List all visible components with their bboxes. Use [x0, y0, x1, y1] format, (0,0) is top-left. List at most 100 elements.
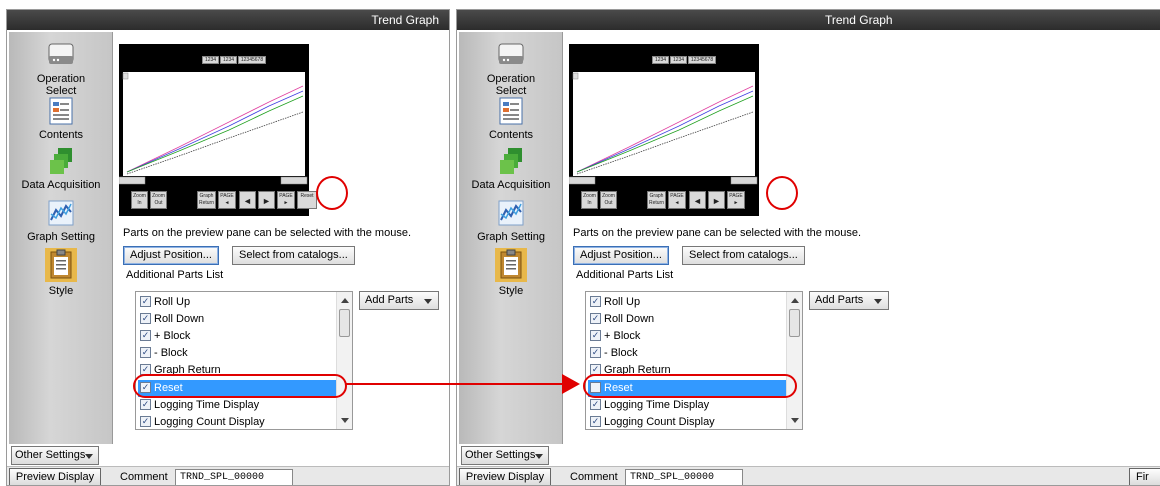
sidebar-item-label: Graph Setting [477, 231, 545, 243]
sidebar-item-label: Operation Select [36, 73, 86, 97]
graph-return-button[interactable]: Graph Return [647, 191, 666, 209]
line-graph-icon [48, 200, 74, 226]
zoom-in-button[interactable]: Zoom In [581, 191, 598, 209]
list-item[interactable]: Logging Time Display [138, 397, 336, 414]
sidebar-item-operation-select[interactable]: Operation Select [9, 40, 113, 97]
sidebar: Operation Select Contents Data Acquisiti… [9, 32, 113, 444]
checkbox[interactable] [590, 313, 601, 324]
adjust-position-button[interactable]: Adjust Position... [123, 246, 219, 265]
other-settings-button[interactable]: Other Settings [461, 446, 549, 465]
chevron-up-icon[interactable] [341, 298, 349, 303]
list-item[interactable]: Roll Down [588, 311, 786, 328]
add-parts-button[interactable]: Add Parts [359, 291, 439, 310]
checkbox[interactable] [590, 296, 601, 307]
preview-pane[interactable]: 1234 1234 12345678 Zoom In Zoom Out Grap… [569, 44, 759, 216]
trend-graph-window-after: Trend Graph Operation Select Contents Da… [456, 9, 1160, 486]
hint-text: Parts on the preview pane can be selecte… [573, 227, 862, 239]
vertical-scrollbar[interactable] [336, 292, 352, 429]
graph-return-button[interactable]: Graph Return [197, 191, 216, 209]
chevron-up-icon[interactable] [791, 298, 799, 303]
comment-label: Comment [120, 471, 168, 483]
zoom-out-button[interactable]: Zoom Out [150, 191, 167, 209]
additional-parts-list[interactable]: Roll Up Roll Down + Block - Block Graph … [135, 291, 353, 430]
preview-display-button[interactable]: Preview Display [459, 468, 551, 485]
window-title: Trend Graph [7, 10, 449, 30]
list-document-icon [49, 97, 73, 125]
page-back-button[interactable]: PAGE ◄ [218, 191, 236, 209]
checkbox[interactable] [140, 416, 151, 427]
other-settings-button[interactable]: Other Settings [11, 446, 99, 465]
chevron-down-icon[interactable] [341, 418, 349, 423]
sidebar-item-contents[interactable]: Contents [9, 96, 113, 141]
sidebar-item-label: Style [48, 285, 74, 297]
checkbox[interactable] [590, 347, 601, 358]
page-forward-button[interactable]: PAGE ► [727, 191, 745, 209]
checkbox[interactable] [140, 313, 151, 324]
scroll-right-button[interactable]: ► [258, 191, 275, 209]
sidebar-item-data-acquisition[interactable]: Data Acquisition [459, 146, 563, 191]
sidebar-item-label: Data Acquisition [471, 179, 551, 191]
drive-icon [48, 43, 74, 64]
zoom-in-button[interactable]: Zoom In [131, 191, 148, 209]
list-item[interactable]: Logging Count Display [138, 414, 336, 431]
page-back-button[interactable]: PAGE ◄ [668, 191, 686, 209]
scroll-thumb[interactable] [789, 309, 800, 337]
additional-parts-list[interactable]: Roll Up Roll Down + Block - Block Graph … [585, 291, 803, 430]
vertical-scrollbar[interactable] [786, 292, 802, 429]
preview-display-button[interactable]: Preview Display [9, 468, 101, 485]
checkbox[interactable] [590, 399, 601, 410]
hint-text: Parts on the preview pane can be selecte… [123, 227, 412, 239]
select-from-catalogs-button[interactable]: Select from catalogs... [232, 246, 355, 265]
scroll-right-button[interactable]: ► [708, 191, 725, 209]
chevron-down-icon [424, 299, 432, 304]
chevron-down-icon [85, 454, 93, 459]
sidebar-item-data-acquisition[interactable]: Data Acquisition [9, 146, 113, 191]
list-item[interactable]: - Block [588, 345, 786, 362]
comment-field[interactable]: TRND_SPL_00000 [625, 469, 743, 485]
comment-label: Comment [570, 471, 618, 483]
list-item[interactable]: + Block [138, 328, 336, 345]
line-graph-icon [498, 200, 524, 226]
list-item[interactable]: Roll Up [588, 294, 786, 311]
scroll-left-button[interactable]: ◄ [689, 191, 706, 209]
page-forward-button[interactable]: PAGE ► [277, 191, 295, 209]
list-document-icon [499, 97, 523, 125]
list-item[interactable]: + Block [588, 328, 786, 345]
checkbox[interactable] [140, 330, 151, 341]
sidebar-item-label: Contents [488, 129, 534, 141]
add-parts-button[interactable]: Add Parts [809, 291, 889, 310]
sidebar-item-label: Style [498, 285, 524, 297]
stacked-squares-icon [50, 148, 72, 174]
sidebar-item-style[interactable]: Style [459, 248, 563, 297]
highlight-oval [133, 374, 347, 398]
sidebar-item-contents[interactable]: Contents [459, 96, 563, 141]
checkbox[interactable] [140, 347, 151, 358]
scroll-left-button[interactable]: ◄ [239, 191, 256, 209]
list-item[interactable]: Roll Up [138, 294, 336, 311]
add-parts-label: Add Parts [365, 294, 414, 306]
scroll-thumb[interactable] [339, 309, 350, 337]
checkbox[interactable] [140, 399, 151, 410]
checkbox[interactable] [590, 330, 601, 341]
list-item[interactable]: Logging Count Display [588, 414, 786, 431]
sidebar-item-style[interactable]: Style [9, 248, 113, 297]
list-item[interactable]: - Block [138, 345, 336, 362]
add-parts-label: Add Parts [815, 294, 864, 306]
chevron-down-icon[interactable] [791, 418, 799, 423]
list-item[interactable]: Roll Down [138, 311, 336, 328]
list-item[interactable]: Logging Time Display [588, 397, 786, 414]
checkbox[interactable] [140, 296, 151, 307]
select-from-catalogs-button[interactable]: Select from catalogs... [682, 246, 805, 265]
sidebar-item-graph-setting[interactable]: Graph Setting [459, 198, 563, 243]
checkbox[interactable] [590, 416, 601, 427]
other-settings-label: Other Settings [465, 449, 536, 461]
comment-field[interactable]: TRND_SPL_00000 [175, 469, 293, 485]
finish-button[interactable]: Fir [1129, 468, 1160, 485]
sidebar-item-operation-select[interactable]: Operation Select [459, 40, 563, 97]
preview-pane[interactable]: 1234 1234 12345678 Zoom In Zoom Out Grap… [119, 44, 317, 216]
sidebar-item-graph-setting[interactable]: Graph Setting [9, 198, 113, 243]
sidebar-item-label: Graph Setting [27, 231, 95, 243]
zoom-out-button[interactable]: Zoom Out [600, 191, 617, 209]
adjust-position-button[interactable]: Adjust Position... [573, 246, 669, 265]
reset-button[interactable]: Reset [297, 191, 317, 209]
